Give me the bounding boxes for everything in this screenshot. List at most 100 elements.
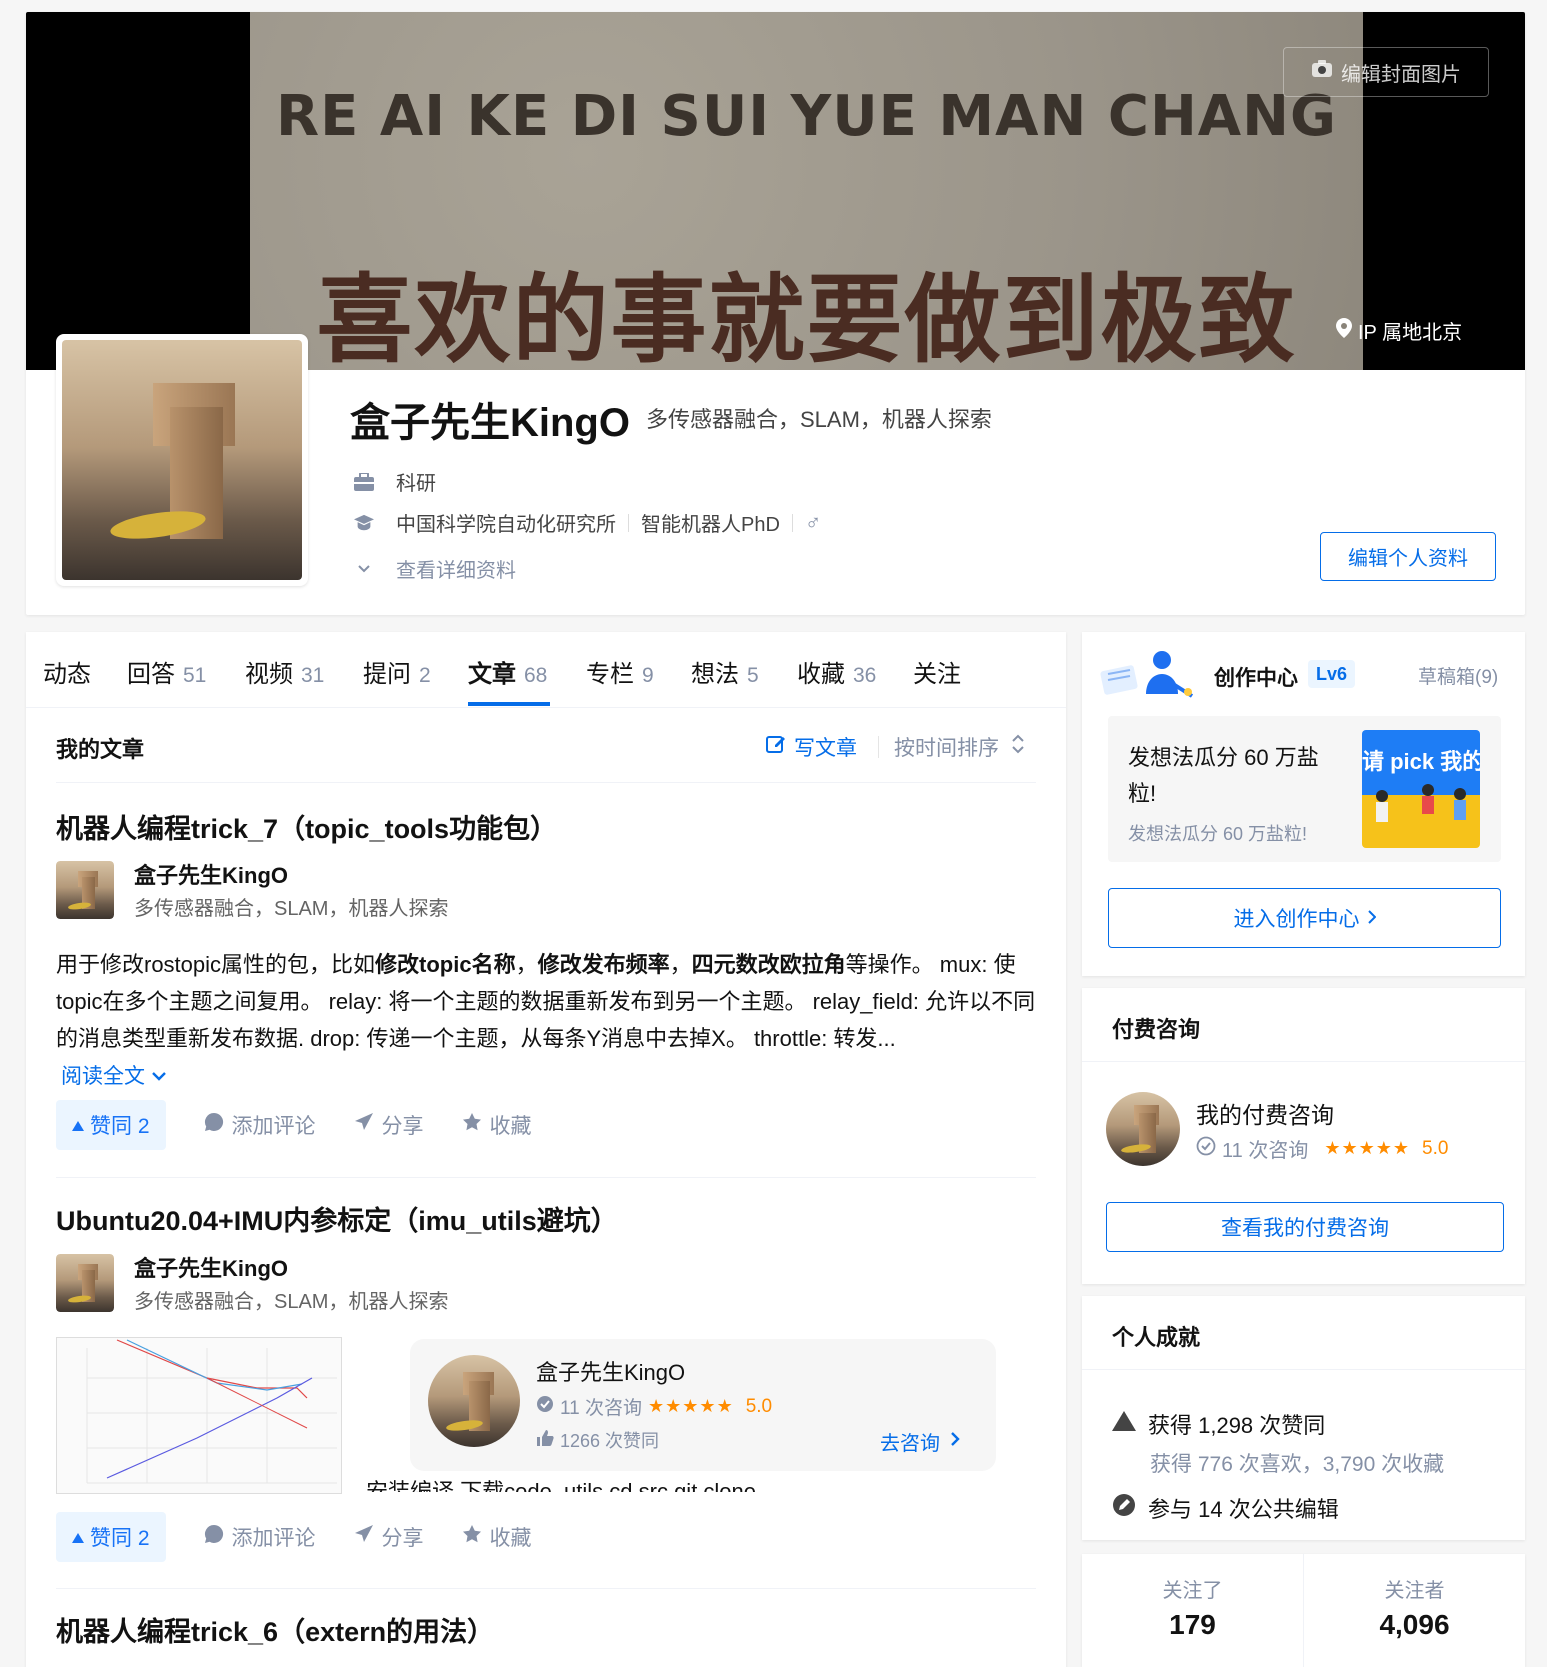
- tab-activity[interactable]: 动态: [43, 654, 91, 689]
- article-title[interactable]: 机器人编程trick_7（topic_tools功能包）: [56, 807, 557, 846]
- write-article-label: 写文章: [794, 737, 857, 760]
- thumbs-up-icon: [536, 1429, 554, 1452]
- author-name[interactable]: 盒子先生KingO: [134, 1251, 288, 1283]
- tab-following[interactable]: 关注: [913, 654, 961, 689]
- follow-stats-card: 关注了 179 关注者 4,096: [1082, 1554, 1525, 1667]
- article-excerpt[interactable]: 用于修改rostopic属性的包，比如修改topic名称，修改发布频率，四元数改…: [56, 946, 1036, 1057]
- tab-videos[interactable]: 视频 31: [245, 654, 324, 689]
- sort-label: 按时间排序: [894, 737, 999, 760]
- chevron-right-icon: [950, 1430, 960, 1453]
- creator-center-title[interactable]: 创作中心: [1214, 662, 1298, 692]
- profile-tabs: 动态 回答 51 视频 31 提问 2 文章 68 专栏 9 想法 5 收藏 36 关注: [26, 632, 1066, 708]
- favorite-button[interactable]: 收藏: [462, 1110, 532, 1140]
- sort-button[interactable]: 按时间排序: [894, 732, 1025, 762]
- ip-location-label: IP 属地北京: [1358, 322, 1463, 344]
- triangle-up-icon: [72, 1525, 84, 1549]
- avatar-image: [62, 340, 302, 580]
- active-tab-indicator: [468, 702, 550, 706]
- following-stat[interactable]: 关注了 179: [1082, 1574, 1303, 1641]
- profile-headline: 多传感器融合，SLAM，机器人探索: [646, 407, 992, 432]
- share-button[interactable]: 分享: [354, 1522, 424, 1552]
- comment-button[interactable]: 添加评论: [204, 1522, 316, 1552]
- article-title[interactable]: Ubuntu20.04+IMU内参标定（imu_utils避坑）: [56, 1199, 618, 1238]
- ip-location: IP 属地北京: [1336, 316, 1462, 345]
- edit-cover-label: 编辑封面图片: [1341, 63, 1461, 86]
- briefcase-icon: [354, 472, 374, 492]
- likes-favorites-achievement: 获得 776 次喜欢，3,790 次收藏: [1150, 1453, 1445, 1476]
- school-label[interactable]: 中国科学院自动化研究所: [396, 508, 616, 537]
- star-icon: [462, 1524, 482, 1550]
- edit-profile-button[interactable]: 编辑个人资料: [1320, 532, 1496, 581]
- enter-creator-center-button[interactable]: 进入创作中心: [1108, 888, 1501, 948]
- article-actions: 赞同 2 添加评论 分享 收藏: [56, 1512, 532, 1562]
- article-title[interactable]: 机器人编程trick_6（extern的用法）: [56, 1610, 494, 1649]
- check-circle-outline-icon: [1196, 1136, 1216, 1162]
- share-button[interactable]: 分享: [354, 1110, 424, 1140]
- consult-popover[interactable]: 盒子先生KingO 11 次咨询 ★★★★★ 5.0 1266 次赞同 去咨询: [410, 1339, 996, 1471]
- pencil-circle-icon: [1112, 1493, 1136, 1523]
- triangle-up-icon: [1112, 1411, 1136, 1437]
- creator-illustration-icon: [1096, 646, 1206, 706]
- tab-columns[interactable]: 专栏 9: [586, 654, 654, 689]
- edit-cover-button[interactable]: 编辑封面图片: [1283, 47, 1489, 97]
- main-content-card: 动态 回答 51 视频 31 提问 2 文章 68 专栏 9 想法 5 收藏 36 关注 我的…: [26, 632, 1066, 1667]
- check-circle-icon: [536, 1395, 554, 1419]
- edit-icon: [766, 734, 786, 760]
- author-avatar[interactable]: [56, 1254, 114, 1312]
- major-label: 智能机器人PhD: [641, 514, 780, 536]
- view-details-label: 查看详细资料: [396, 560, 516, 582]
- consult-likes: 1266 次赞同: [536, 1427, 659, 1453]
- view-paid-consult-button[interactable]: 查看我的付费咨询: [1106, 1202, 1504, 1252]
- drafts-link[interactable]: 草稿箱(9): [1418, 662, 1498, 689]
- following-count: 179: [1169, 1609, 1216, 1640]
- profile-avatar[interactable]: [56, 334, 308, 586]
- favorite-button[interactable]: 收藏: [462, 1522, 532, 1552]
- camera-icon: [1311, 60, 1333, 84]
- write-article-button[interactable]: 写文章: [766, 732, 857, 762]
- tab-collections[interactable]: 收藏 36: [797, 654, 876, 689]
- graduation-cap-icon: [354, 513, 374, 533]
- view-details-toggle[interactable]: 查看详细资料: [354, 554, 516, 583]
- creator-center-card: 创作中心 Lv6 草稿箱(9) 发想法瓜分 60 万盐粒! 发想法瓜分 60 万…: [1082, 632, 1525, 976]
- author-headline: 多传感器融合，SLAM，机器人探索: [134, 1291, 449, 1313]
- profile-name: 盒子先生KingO: [350, 401, 630, 445]
- cover-banner: RE AI KE DI SUI YUE MAN CHANG 喜欢的事就要做到极致…: [26, 12, 1525, 370]
- following-label: 关注了: [1162, 1580, 1223, 1602]
- tab-questions[interactable]: 提问 2: [363, 654, 431, 689]
- cover-text-line2: 喜欢的事就要做到极致: [316, 264, 1297, 370]
- article-excerpt[interactable]: 安装编译 下载code_utils cd src git clone: [366, 1474, 756, 1492]
- consult-stats: 11 次咨询 ★★★★★ 5.0: [536, 1393, 772, 1420]
- paper-plane-icon: [354, 1524, 374, 1550]
- read-full-button[interactable]: 阅读全文: [61, 1060, 167, 1090]
- article-cover-image[interactable]: [56, 1337, 342, 1494]
- article-actions: 赞同 2 添加评论 分享 收藏: [56, 1100, 532, 1150]
- comment-button[interactable]: 添加评论: [204, 1110, 316, 1140]
- comment-bubble-icon: [204, 1524, 224, 1550]
- comment-bubble-icon: [204, 1112, 224, 1138]
- rating-stars: ★★★★★: [1324, 1138, 1411, 1158]
- sort-arrows-icon: [1011, 734, 1025, 760]
- triangle-up-icon: [72, 1113, 84, 1137]
- achievements-card: 个人成就 获得 1,298 次赞同 获得 776 次喜欢，3,790 次收藏 参…: [1082, 1296, 1525, 1540]
- rating-value: 5.0: [745, 1395, 773, 1417]
- followers-stat[interactable]: 关注者 4,096: [1304, 1574, 1525, 1641]
- author-name[interactable]: 盒子先生KingO: [134, 858, 288, 890]
- followers-count: 4,096: [1379, 1609, 1450, 1640]
- promo-image: 请 pick 我的母: [1362, 730, 1480, 848]
- tab-articles[interactable]: 文章 68: [468, 654, 547, 689]
- promo-banner[interactable]: 发想法瓜分 60 万盐粒! 发想法瓜分 60 万盐粒! 请 pick 我的母: [1108, 716, 1501, 862]
- go-consult-link[interactable]: 去咨询: [880, 1427, 960, 1456]
- industry-row: 科研: [354, 467, 436, 496]
- tab-thoughts[interactable]: 想法 5: [691, 654, 759, 689]
- paid-consult-stats: 11 次咨询 ★★★★★ 5.0: [1196, 1134, 1448, 1163]
- vote-up-button[interactable]: 赞同 2: [56, 1100, 166, 1150]
- tab-answers[interactable]: 回答 51: [127, 654, 206, 689]
- chevron-down-icon: [354, 559, 374, 579]
- author-avatar[interactable]: [56, 861, 114, 919]
- rating-stars: ★★★★★: [648, 1396, 734, 1416]
- section-title: 我的文章: [56, 737, 145, 762]
- vote-up-button[interactable]: 赞同 2: [56, 1512, 166, 1562]
- promo-title: 发想法瓜分 60 万盐粒!: [1128, 745, 1319, 806]
- promo-subtitle: 发想法瓜分 60 万盐粒!: [1128, 824, 1308, 844]
- cover-image: RE AI KE DI SUI YUE MAN CHANG 喜欢的事就要做到极致: [250, 12, 1363, 370]
